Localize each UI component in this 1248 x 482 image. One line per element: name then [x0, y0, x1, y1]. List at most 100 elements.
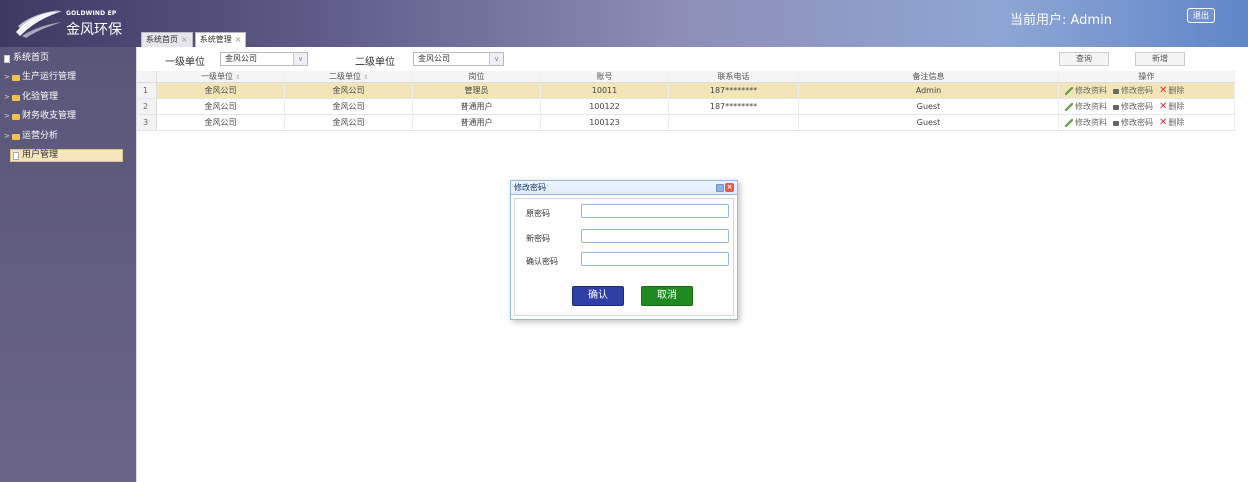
cell-unit1: 金风公司: [157, 83, 285, 98]
tab-system-management[interactable]: 系统管理 ×: [194, 32, 247, 47]
column-header-post: 岗位: [413, 71, 541, 82]
column-header-phone: 联系电话: [669, 71, 799, 82]
change-password-link[interactable]: 修改密码: [1113, 83, 1153, 98]
cell-unit1: 金风公司: [157, 115, 285, 130]
sort-icon: ⇕: [234, 74, 241, 81]
chevron-down-icon[interactable]: ∨: [489, 53, 503, 65]
change-password-dialog: 修改密码 × 原密码 新密码 确认密码 确认 取消: [510, 180, 738, 320]
sidebar-item-home[interactable]: 系统首页: [4, 52, 132, 65]
delete-link[interactable]: ✕ 删除: [1159, 99, 1184, 114]
cell-phone: 187********: [669, 83, 799, 98]
dialog-title-bar[interactable]: 修改密码 ×: [511, 181, 737, 195]
cell-ops: 修改资料 修改密码 ✕ 删除: [1059, 115, 1235, 130]
logo: GOLDWIND EP 金风环保: [14, 6, 139, 40]
filter-bar: 一级单位 金风公司 ∨ 二级单位 金风公司 ∨ 查询 新增: [137, 47, 1248, 71]
sidebar-item-label: 化验管理: [22, 92, 59, 102]
table-header-row: 一级单位 ⇕ 二级单位 ⇕ 岗位 账号 联系电话 备注信息 操作: [137, 71, 1235, 83]
change-password-link[interactable]: 修改密码: [1113, 115, 1153, 130]
table-row[interactable]: 3 金风公司 金风公司 普通用户 100123 Guest 修改资料 修改密码 …: [137, 115, 1235, 131]
cell-post: 普通用户: [413, 99, 541, 114]
delete-x-icon: ✕: [1159, 116, 1168, 128]
sidebar-item-label: 用户管理: [22, 150, 59, 160]
cell-ops: 修改资料 修改密码 ✕ 删除: [1059, 83, 1235, 98]
tab-system-management-close-icon[interactable]: ×: [235, 33, 242, 47]
confirm-button[interactable]: 确认: [572, 286, 624, 306]
delete-link[interactable]: ✕ 删除: [1159, 115, 1184, 130]
lock-icon: [1113, 121, 1119, 126]
cell-note: Guest: [799, 99, 1059, 114]
cancel-button[interactable]: 取消: [641, 286, 693, 306]
delete-x-icon: ✕: [1159, 100, 1168, 112]
dialog-body: 原密码 新密码 确认密码 确认 取消: [514, 198, 734, 316]
edit-profile-link[interactable]: 修改资料: [1065, 115, 1107, 130]
add-button[interactable]: 新增: [1135, 52, 1185, 66]
goldwind-logo-icon: [16, 10, 62, 38]
logo-chinese-text: 金风环保: [66, 22, 122, 38]
sidebar-item-finance[interactable]: > 财务收支管理: [4, 110, 132, 123]
logout-button[interactable]: 退出: [1187, 8, 1215, 23]
lock-icon: [1113, 89, 1119, 94]
new-password-input[interactable]: [581, 229, 729, 243]
cell-unit2: 金风公司: [285, 99, 413, 114]
level1-unit-select[interactable]: 金风公司 ∨: [220, 52, 308, 66]
chevron-down-icon[interactable]: ∨: [293, 53, 307, 65]
pencil-icon: [1065, 102, 1073, 111]
close-icon[interactable]: ×: [725, 183, 734, 192]
edit-profile-link[interactable]: 修改资料: [1065, 83, 1107, 98]
tab-home-label: 系统首页: [146, 35, 178, 44]
column-header-note: 备注信息: [799, 71, 1059, 82]
sidebar: 系统首页 > 生产运行管理 > 化验管理 > 财务收支管理 > 运营分析 用户管…: [0, 47, 136, 482]
sidebar-item-label: 财务收支管理: [22, 111, 77, 121]
cell-post: 普通用户: [413, 115, 541, 130]
folder-icon: [12, 133, 20, 140]
row-number-header: [137, 71, 157, 82]
query-button[interactable]: 查询: [1059, 52, 1109, 66]
cell-account: 100122: [541, 99, 669, 114]
cell-note: Admin: [799, 83, 1059, 98]
pencil-icon: [1065, 86, 1073, 95]
minimize-icon[interactable]: [716, 184, 724, 192]
row-number: 1: [137, 83, 157, 98]
logo-english-text: GOLDWIND EP: [66, 10, 117, 17]
doc-icon: [13, 151, 19, 160]
level1-unit-label: 一级单位: [165, 57, 205, 68]
delete-x-icon: ✕: [1159, 84, 1168, 96]
chevron-right-icon: >: [4, 112, 10, 120]
level2-unit-select[interactable]: 金风公司 ∨: [413, 52, 504, 66]
confirm-password-label: 确认密码: [526, 257, 558, 266]
old-password-label: 原密码: [526, 209, 550, 218]
sort-icon: ⇕: [362, 74, 369, 81]
header-bar: GOLDWIND EP 金风环保 系统首页 × 系统管理 × 当前用户: Adm…: [0, 0, 1248, 47]
tab-home-close-icon[interactable]: ×: [181, 33, 188, 47]
old-password-input[interactable]: [581, 204, 729, 218]
current-user-label: 当前用户: Admin: [1010, 13, 1112, 28]
pencil-icon: [1065, 118, 1073, 127]
tab-home[interactable]: 系统首页 ×: [141, 32, 193, 47]
table-row[interactable]: 2 金风公司 金风公司 普通用户 100122 187******** Gues…: [137, 99, 1235, 115]
sidebar-item-label: 运营分析: [22, 131, 59, 141]
tab-system-management-label: 系统管理: [199, 35, 232, 44]
tab-strip: 系统首页 × 系统管理 ×: [141, 32, 248, 47]
edit-profile-link[interactable]: 修改资料: [1065, 99, 1107, 114]
column-header-ops: 操作: [1059, 71, 1235, 82]
sidebar-item-production[interactable]: > 生产运行管理: [4, 71, 132, 84]
level2-unit-value: 金风公司: [418, 54, 450, 63]
table-row[interactable]: 1 金风公司 金风公司 管理员 10011 187******** Admin …: [137, 83, 1235, 99]
column-header-unit2[interactable]: 二级单位 ⇕: [285, 71, 413, 82]
cell-account: 100123: [541, 115, 669, 130]
sidebar-item-label: 生产运行管理: [22, 72, 77, 82]
sidebar-item-lab[interactable]: > 化验管理: [4, 91, 132, 104]
cell-unit1: 金风公司: [157, 99, 285, 114]
sidebar-item-user-management[interactable]: 用户管理: [10, 149, 123, 162]
row-number: 2: [137, 99, 157, 114]
row-number: 3: [137, 115, 157, 130]
chevron-right-icon: >: [4, 132, 10, 140]
sidebar-item-analysis[interactable]: > 运营分析: [4, 130, 132, 143]
column-header-unit1[interactable]: 一级单位 ⇕: [157, 71, 285, 82]
level2-unit-label: 二级单位: [355, 57, 395, 68]
delete-link[interactable]: ✕ 删除: [1159, 83, 1184, 98]
confirm-password-input[interactable]: [581, 252, 729, 266]
cell-note: Guest: [799, 115, 1059, 130]
change-password-link[interactable]: 修改密码: [1113, 99, 1153, 114]
folder-icon: [12, 74, 20, 81]
